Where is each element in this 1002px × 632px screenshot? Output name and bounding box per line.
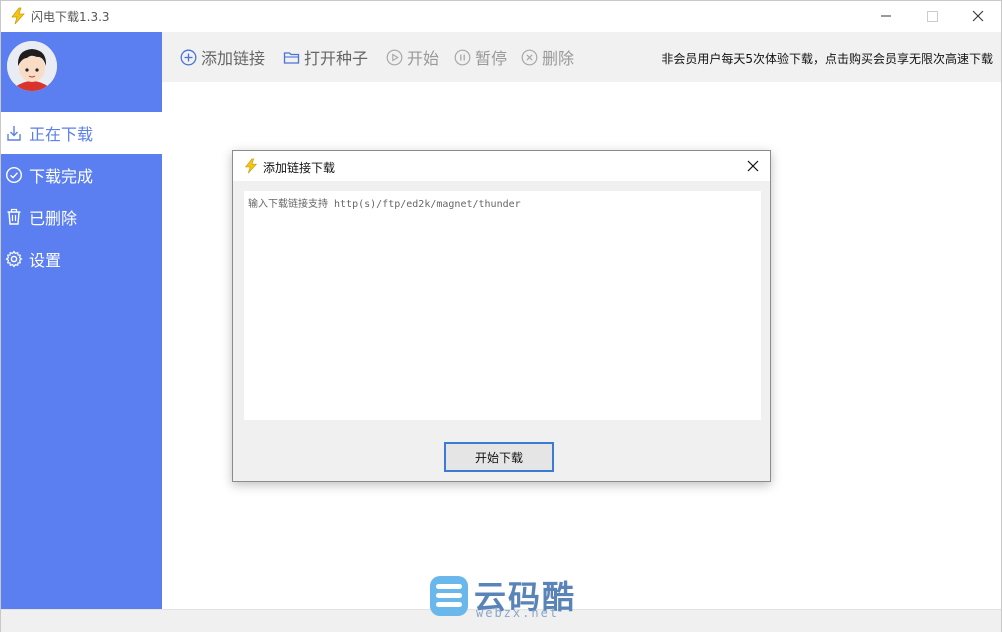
pause-icon — [454, 49, 471, 66]
link-input[interactable] — [244, 191, 761, 420]
dialog-close-button[interactable] — [742, 156, 764, 176]
sidebar-item-downloading[interactable]: 正在下载 — [1, 112, 162, 154]
sidebar-item-label: 已删除 — [29, 209, 78, 228]
maximize-icon — [926, 10, 938, 22]
title-bar: 闪电下载1.3.3 — [1, 1, 1001, 31]
sidebar-item-deleted[interactable]: 已删除 — [1, 196, 162, 238]
watermark-subtext: webzx.net — [476, 606, 560, 620]
pause-button[interactable]: 暂停 — [454, 46, 507, 68]
plus-circle-icon — [180, 49, 197, 66]
minimize-icon — [881, 15, 891, 17]
folder-icon — [283, 49, 300, 66]
close-button[interactable] — [955, 1, 1001, 31]
open-torrent-label: 打开种子 — [304, 49, 369, 68]
pause-label: 暂停 — [475, 49, 508, 68]
delete-label: 删除 — [542, 49, 575, 68]
sidebar: 正在下载 下载完成 已删除 设置 — [1, 32, 162, 609]
gear-icon — [5, 250, 23, 268]
close-icon — [747, 160, 759, 172]
cloud-logo-icon — [430, 576, 468, 616]
watermark: 云码酷 webzx.net — [428, 572, 588, 624]
add-link-button[interactable]: 添加链接 — [180, 46, 265, 68]
dialog-title: 添加链接下载 — [263, 161, 336, 175]
close-icon — [972, 10, 984, 22]
start-label: 开始 — [407, 49, 440, 68]
play-icon — [386, 49, 403, 66]
avatar-icon — [7, 41, 57, 91]
dialog-title-bar: 添加链接下载 — [233, 151, 770, 181]
lightning-icon — [11, 7, 25, 25]
open-torrent-button[interactable]: 打开种子 — [283, 46, 368, 68]
lightning-icon — [245, 158, 258, 174]
vip-notice-link[interactable]: 非会员用户每天5次体验下载，点击购买会员享无限次高速下载 — [661, 50, 993, 67]
check-circle-icon — [5, 166, 23, 184]
start-button[interactable]: 开始 — [386, 46, 439, 68]
add-link-dialog: 添加链接下载 开始下载 — [232, 150, 771, 482]
minimize-button[interactable] — [863, 1, 909, 31]
delete-button[interactable]: 删除 — [521, 46, 574, 68]
sidebar-item-label: 正在下载 — [29, 125, 94, 144]
user-avatar[interactable] — [7, 41, 57, 91]
x-circle-icon — [521, 49, 538, 66]
sidebar-item-settings[interactable]: 设置 — [1, 238, 162, 280]
add-link-label: 添加链接 — [201, 49, 266, 68]
sidebar-item-label: 下载完成 — [29, 167, 94, 186]
toolbar: 添加链接 打开种子 开始 暂停 删除 非会员用户每天5次体验下载，点击购买会员享… — [162, 32, 1001, 82]
maximize-button[interactable] — [909, 1, 955, 31]
app-title: 闪电下载1.3.3 — [31, 10, 110, 24]
sidebar-item-label: 设置 — [29, 251, 62, 270]
start-download-button[interactable]: 开始下载 — [444, 442, 554, 472]
sidebar-item-completed[interactable]: 下载完成 — [1, 154, 162, 196]
download-icon — [5, 124, 23, 142]
trash-icon — [5, 208, 23, 226]
